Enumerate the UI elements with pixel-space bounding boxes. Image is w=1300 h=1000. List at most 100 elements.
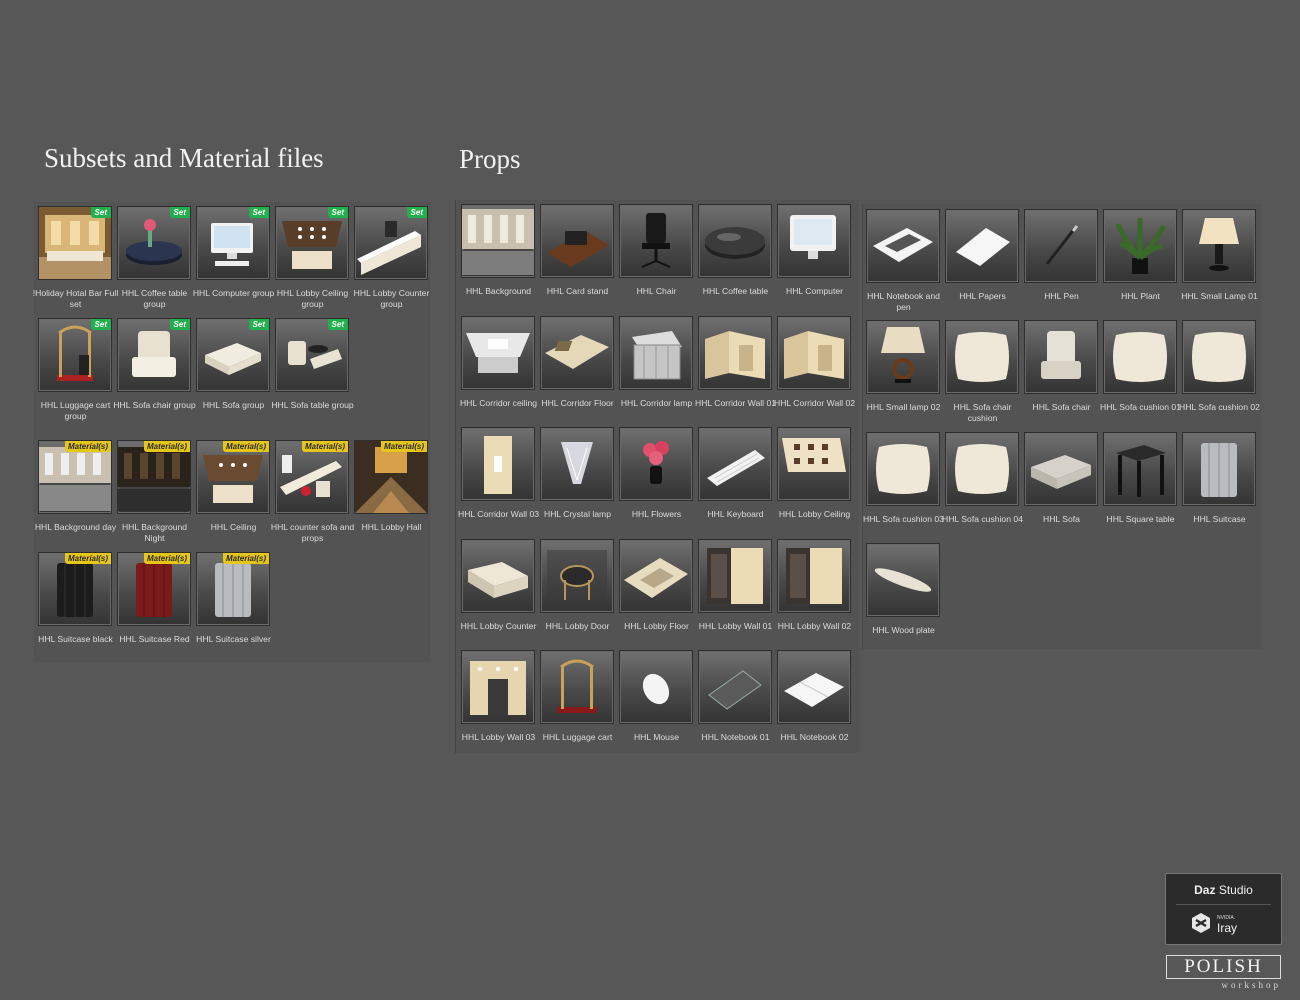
- item-label: HHL Sofa chair group: [113, 400, 196, 410]
- item-label: HHL Ceiling: [210, 522, 257, 532]
- item-thumbnail[interactable]: [619, 427, 693, 501]
- item-thumbnail[interactable]: [698, 427, 772, 501]
- material-badge: Material(s): [64, 553, 111, 564]
- subsets-title: Subsets and Material files: [44, 143, 324, 173]
- item-thumbnail[interactable]: [461, 427, 535, 501]
- item-thumbnail[interactable]: [1024, 209, 1098, 283]
- item-thumbnail[interactable]: [777, 316, 851, 390]
- item-thumbnail[interactable]: [1182, 320, 1256, 394]
- item-thumbnail[interactable]: [1024, 432, 1098, 506]
- item-label: HHL Coffee table group: [121, 288, 188, 309]
- item-thumbnail[interactable]: [1103, 209, 1177, 283]
- item-thumbnail[interactable]: [461, 539, 535, 613]
- item-thumbnail[interactable]: [619, 316, 693, 390]
- item-thumbnail[interactable]: [1182, 432, 1256, 506]
- item-thumbnail[interactable]: Material(s): [275, 440, 349, 514]
- keyboard-icon: [707, 450, 765, 486]
- item-label: HHL Computer: [786, 286, 843, 296]
- item-thumbnail[interactable]: Material(s): [38, 440, 112, 514]
- item-thumbnail[interactable]: Material(s): [117, 552, 191, 626]
- item-thumbnail[interactable]: [619, 650, 693, 724]
- item-thumbnail[interactable]: [777, 204, 851, 278]
- item-thumbnail[interactable]: [945, 320, 1019, 394]
- item-thumbnail[interactable]: [1103, 320, 1177, 394]
- item-label: HHL Background: [465, 286, 532, 296]
- item-thumbnail[interactable]: [777, 650, 851, 724]
- material-badge: Material(s): [222, 553, 269, 564]
- item-thumbnail[interactable]: [945, 432, 1019, 506]
- luggage-cart-icon: [557, 659, 597, 713]
- item-thumbnail[interactable]: [866, 432, 940, 506]
- item-thumbnail[interactable]: [461, 204, 535, 278]
- card-stand-icon: [547, 231, 609, 267]
- material-badge: Material(s): [143, 441, 190, 452]
- daz-studio-iray-logo: Daz Studio NVIDIA. Iray: [1165, 873, 1282, 945]
- item-thumbnail[interactable]: Set: [38, 318, 112, 392]
- item-thumbnail[interactable]: [619, 204, 693, 278]
- item-thumbnail[interactable]: Set: [275, 318, 349, 392]
- item-thumbnail[interactable]: Material(s): [196, 552, 270, 626]
- item-thumbnail[interactable]: [540, 539, 614, 613]
- item-thumbnail[interactable]: [866, 320, 940, 394]
- lobby-floor-icon: [624, 558, 688, 598]
- item-thumbnail[interactable]: Set: [38, 206, 112, 280]
- item-thumbnail[interactable]: [461, 650, 535, 724]
- item-label: HHL Mouse: [633, 732, 680, 742]
- cushion-icon: [1192, 332, 1246, 382]
- item-thumbnail[interactable]: Set: [117, 318, 191, 392]
- item-label: HHL Sofa table group: [271, 400, 354, 410]
- item-thumbnail[interactable]: [1024, 320, 1098, 394]
- item-label: HHL Notebook and pen: [867, 291, 940, 312]
- item-thumbnail[interactable]: [698, 316, 772, 390]
- item-label: HHL Pen: [1044, 291, 1079, 301]
- item-thumbnail[interactable]: Set: [117, 206, 191, 280]
- item-thumbnail[interactable]: Set: [196, 206, 270, 280]
- item-thumbnail[interactable]: Set: [354, 206, 428, 280]
- item-label: HHL Corridor lamp: [620, 398, 693, 408]
- item-thumbnail[interactable]: [461, 316, 535, 390]
- item-thumbnail[interactable]: [866, 543, 940, 617]
- item-thumbnail[interactable]: [945, 209, 1019, 283]
- item-thumbnail[interactable]: [540, 204, 614, 278]
- item-thumbnail[interactable]: Material(s): [38, 552, 112, 626]
- item-thumbnail[interactable]: [698, 650, 772, 724]
- item-label: HHL Card stand: [546, 286, 609, 296]
- item-label: HHL Lobby Floor: [624, 621, 689, 631]
- item-thumbnail[interactable]: Material(s): [354, 440, 428, 514]
- suitcase-silver-icon: [1201, 443, 1237, 497]
- item-label: HHL Plant: [1121, 291, 1160, 301]
- small-lamp-ring-icon: [881, 327, 925, 383]
- item-thumbnail[interactable]: Set: [196, 318, 270, 392]
- item-thumbnail[interactable]: [1103, 432, 1177, 506]
- item-thumbnail[interactable]: Set: [275, 206, 349, 280]
- item-thumbnail[interactable]: Material(s): [196, 440, 270, 514]
- item-thumbnail[interactable]: [1182, 209, 1256, 283]
- item-thumbnail[interactable]: [866, 209, 940, 283]
- item-thumbnail[interactable]: [777, 427, 851, 501]
- item-label: HHL Coffee table: [702, 286, 769, 296]
- set-badge: Set: [169, 319, 190, 330]
- item-thumbnail[interactable]: Material(s): [117, 440, 191, 514]
- item-thumbnail[interactable]: [698, 204, 772, 278]
- item-label: HHL Lobby Counter: [460, 621, 537, 631]
- item-label: HHL Lobby Wall 02: [777, 621, 852, 631]
- item-thumbnail[interactable]: [698, 539, 772, 613]
- item-label: HHL Lobby Hall: [361, 522, 422, 532]
- item-thumbnail[interactable]: [540, 427, 614, 501]
- set-badge: Set: [90, 207, 111, 218]
- item-thumbnail[interactable]: [540, 650, 614, 724]
- corridor-wall-icon: [705, 331, 765, 379]
- set-badge: Set: [327, 207, 348, 218]
- item-label: HHL Luggage cart group: [40, 400, 111, 421]
- item-thumbnail[interactable]: [777, 539, 851, 613]
- set-badge: Set: [248, 207, 269, 218]
- cushion-icon: [955, 444, 1009, 494]
- item-label: HHL Sofa chair cushion: [953, 402, 1012, 423]
- item-label: HHL Notebook 01: [701, 732, 770, 742]
- item-label: HHL Corridor Wall 03: [457, 509, 540, 519]
- lobby-counter-icon: [468, 562, 528, 598]
- item-label: HHL Lobby Ceiling group: [276, 288, 349, 309]
- item-thumbnail[interactable]: [619, 539, 693, 613]
- item-label: HHL Lobby Wall 01: [698, 621, 773, 631]
- item-thumbnail[interactable]: [540, 316, 614, 390]
